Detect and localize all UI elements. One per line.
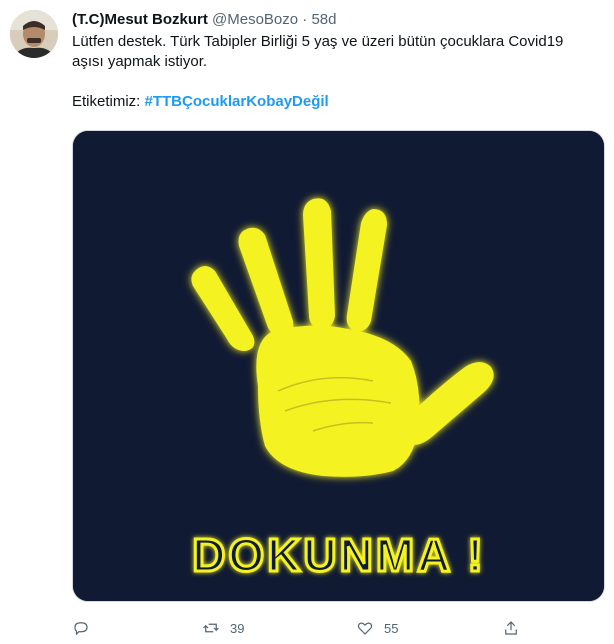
avatar[interactable] <box>10 10 58 58</box>
tweet-body: Lütfen destek. Türk Tabipler Birliği 5 y… <box>72 33 564 70</box>
tweet-header: (T.C)Mesut Bozkurt @MesoBozo · 58d <box>72 10 604 30</box>
share-button[interactable] <box>502 614 520 642</box>
tweet-image[interactable]: DOKUNMA ! <box>72 130 605 602</box>
hand-illustration: DOKUNMA ! <box>73 131 604 601</box>
separator-dot: · <box>302 11 308 28</box>
reply-button[interactable] <box>72 614 100 642</box>
tag-line: Etiketimiz: #TTBÇocuklarKobayDeğil <box>72 92 592 112</box>
display-name[interactable]: (T.C)Mesut Bozkurt <box>72 11 208 28</box>
retweet-count: 39 <box>230 620 245 636</box>
image-caption: DOKUNMA ! <box>192 529 486 581</box>
retweet-icon <box>203 623 219 633</box>
hashtag-link[interactable]: #TTBÇocuklarKobayDeğil <box>145 93 329 110</box>
like-icon <box>357 622 373 635</box>
like-count: 55 <box>384 620 399 636</box>
tweet-text: Lütfen destek. Türk Tabipler Birliği 5 y… <box>72 32 592 112</box>
like-button[interactable]: 55 <box>356 614 398 642</box>
tag-prefix: Etiketimiz: <box>72 93 145 110</box>
avatar-image <box>10 10 58 58</box>
tweet-actions: 39 55 <box>72 614 605 642</box>
tweet-time[interactable]: 58d <box>311 11 336 28</box>
retweet-button[interactable]: 39 <box>202 614 244 642</box>
reply-icon <box>74 622 88 636</box>
share-icon <box>505 621 517 635</box>
user-handle[interactable]: @MesoBozo <box>212 11 298 28</box>
